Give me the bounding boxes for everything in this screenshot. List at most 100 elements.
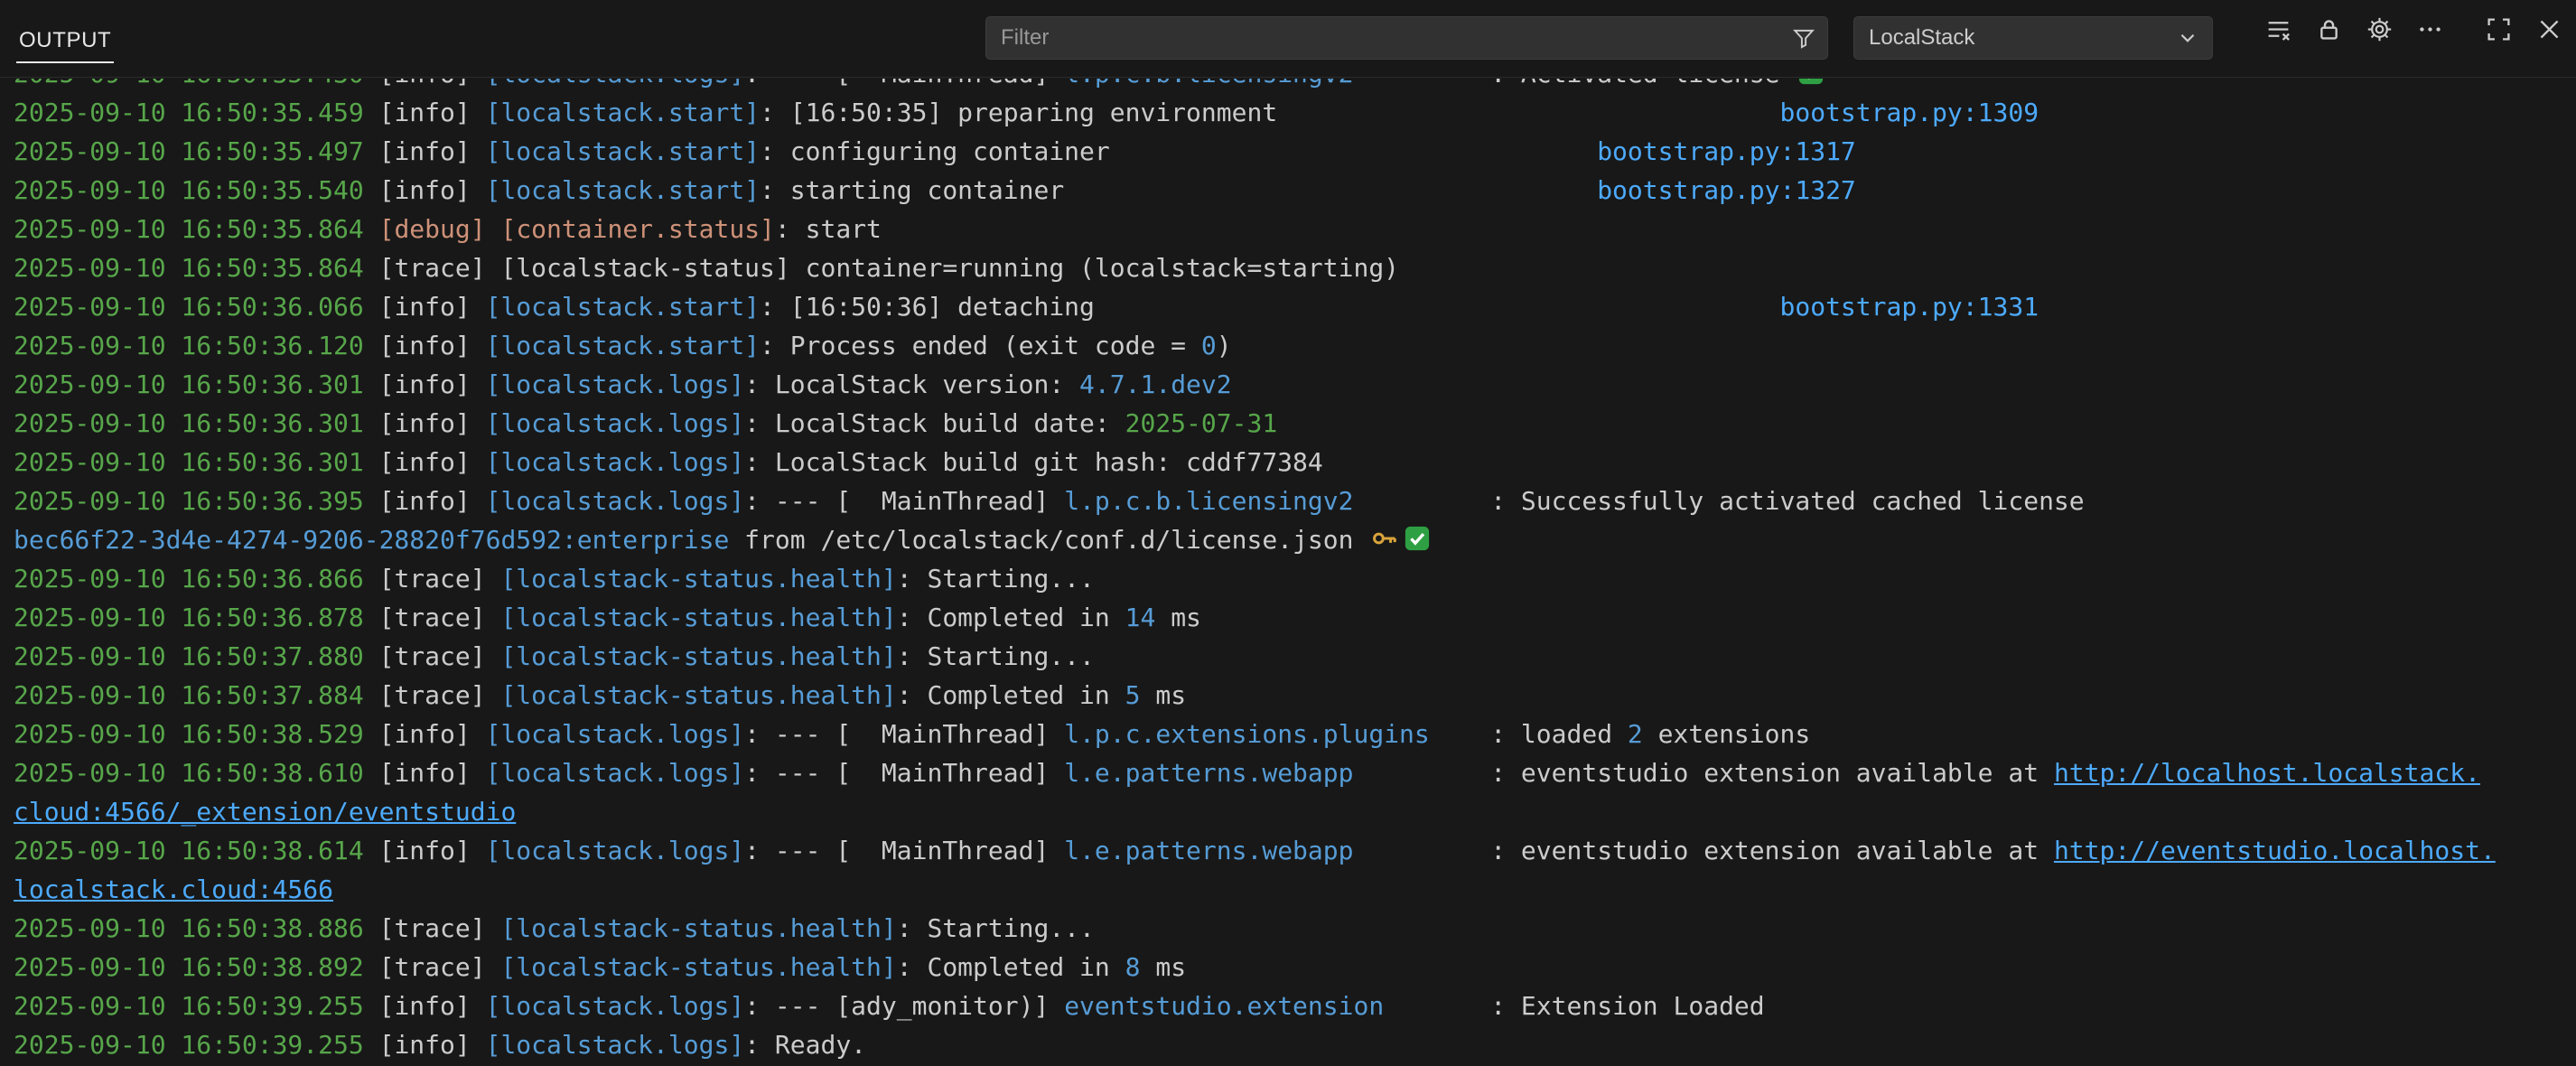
- log-line: 2025-09-10 16:50:35.459 [info] [localsta…: [14, 93, 2576, 132]
- log-line: 2025-09-10 16:50:37.884 [trace] [localst…: [14, 676, 2576, 715]
- log-text: [info]: [364, 408, 486, 438]
- log-text: : --- [ MainThread]: [744, 719, 1064, 749]
- log-text: 5: [1125, 680, 1141, 710]
- log-line: cloud:4566/_extension/eventstudio: [14, 792, 2576, 831]
- log-text: [info]: [364, 719, 486, 749]
- url-link[interactable]: http://localhost.localstack.: [2054, 758, 2480, 788]
- channel-select[interactable]: LocalStack: [1853, 16, 2213, 60]
- log-text: l.e.patterns.webapp: [1064, 836, 1353, 865]
- filter-icon[interactable]: [1792, 26, 1815, 50]
- log-text: [localstack.logs]: [486, 486, 745, 516]
- log-text: [localstack-status.health]: [500, 564, 896, 594]
- panel-header: OUTPUT LocalStack: [0, 0, 2576, 78]
- log-text: [localstack.logs]: [486, 836, 745, 865]
- gear-icon[interactable]: [2361, 11, 2397, 47]
- key-icon: [1371, 525, 1398, 552]
- log-text: 2025-09-10 16:50:36.301: [14, 369, 364, 399]
- log-line: 2025-09-10 16:50:36.120 [info] [localsta…: [14, 326, 2576, 365]
- lock-icon[interactable]: [2310, 11, 2347, 47]
- log-text: bec66f22-3d4e-4274-9206-28820f76d592:ent…: [14, 525, 729, 555]
- log-text: 2025-09-10 16:50:36.301: [14, 408, 364, 438]
- maximize-panel-icon[interactable]: [2480, 11, 2516, 47]
- log-text: 2025-09-10 16:50:35.459: [14, 98, 364, 127]
- log-text: [localstack-status.health]: [500, 603, 896, 632]
- log-text: 2025-09-10 16:50:38.610: [14, 758, 364, 788]
- log-text: [localstack-status.health]: [500, 952, 896, 982]
- log-text: [info]: [364, 447, 486, 477]
- log-line: 2025-09-10 16:50:35.540 [info] [localsta…: [14, 171, 2576, 210]
- log-container[interactable]: 2025-09-10 16:50:35.430 [info] [localsta…: [0, 78, 2576, 1064]
- log-text: [localstack-status.health]: [500, 680, 896, 710]
- log-text: 14: [1125, 603, 1156, 632]
- log-text: : Completed in: [897, 952, 1125, 982]
- log-text: [trace] [localstack-status] container=ru…: [364, 253, 1399, 283]
- log-text: 2025-09-10 16:50:36.866: [14, 564, 364, 594]
- log-text: 2025-09-10 16:50:35.864: [14, 253, 364, 283]
- file-link[interactable]: bootstrap.py:1309: [1779, 98, 2039, 127]
- log-text: 2025-09-10 16:50:38.529: [14, 719, 364, 749]
- log-text: 2: [1628, 719, 1643, 749]
- log-line: 2025-09-10 16:50:35.864 [trace] [localst…: [14, 248, 2576, 287]
- log-text: l.p.c.extensions.plugins: [1064, 719, 1430, 749]
- channel-select-value: LocalStack: [1869, 25, 1974, 51]
- log-text: : starting container: [760, 175, 1064, 205]
- log-text: : start: [775, 214, 882, 244]
- log-line: 2025-09-10 16:50:39.255 [info] [localsta…: [14, 1025, 2576, 1064]
- log-text: [container.status]: [500, 214, 774, 244]
- url-link[interactable]: localstack.cloud:4566: [14, 874, 333, 904]
- log-text: : --- [ady_monitor)]: [744, 991, 1064, 1021]
- log-text: : [16:50:36] detaching: [760, 292, 1095, 322]
- log-text: l.e.patterns.webapp: [1064, 758, 1353, 788]
- log-text: [trace]: [364, 603, 501, 632]
- log-line: 2025-09-10 16:50:36.301 [info] [localsta…: [14, 443, 2576, 482]
- log-text: [localstack.start]: [486, 98, 760, 127]
- url-link[interactable]: cloud:4566/_extension/eventstudio: [14, 797, 516, 827]
- log-text: [localstack-status.health]: [500, 641, 896, 671]
- log-text: : eventstudio extension available at: [1353, 758, 2053, 788]
- log-text: 0: [1201, 331, 1217, 360]
- log-text: [localstack.start]: [486, 175, 760, 205]
- check-icon: [1404, 525, 1431, 552]
- url-link[interactable]: http://eventstudio.localhost.: [2054, 836, 2496, 865]
- log-text: [info]: [364, 836, 486, 865]
- log-text: ms: [1140, 680, 1186, 710]
- log-text: [localstack.logs]: [486, 758, 745, 788]
- file-link[interactable]: bootstrap.py:1317: [1597, 136, 1856, 166]
- log-text: [localstack.logs]: [486, 447, 745, 477]
- log-line: localstack.cloud:4566: [14, 870, 2576, 909]
- log-text: 2025-09-10 16:50:36.301: [14, 447, 364, 477]
- log-text: : LocalStack version:: [744, 369, 1079, 399]
- log-text: [localstack.start]: [486, 136, 760, 166]
- filter-input[interactable]: [985, 16, 1828, 60]
- log-text: 2025-09-10 16:50:36.395: [14, 486, 364, 516]
- clear-output-icon[interactable]: [2260, 11, 2296, 47]
- log-text: [localstack.logs]: [486, 991, 745, 1021]
- file-link[interactable]: bootstrap.py:1327: [1597, 175, 1856, 205]
- log-text: 2025-09-10 16:50:38.614: [14, 836, 364, 865]
- log-text: : --- [ MainThread]: [744, 486, 1064, 516]
- log-text: [localstack.logs]: [486, 369, 745, 399]
- log-line: 2025-09-10 16:50:38.614 [info] [localsta…: [14, 831, 2576, 870]
- log-text: [trace]: [364, 564, 501, 594]
- log-text: [info]: [364, 331, 486, 360]
- log-text: : loaded: [1430, 719, 1628, 749]
- tab-output[interactable]: OUTPUT: [16, 14, 114, 63]
- log-text: : Process ended (exit code =: [760, 331, 1201, 360]
- log-text: 4.7.1.dev2: [1079, 369, 1232, 399]
- log-line: 2025-09-10 16:50:38.529 [info] [localsta…: [14, 715, 2576, 753]
- panel-actions: [2260, 11, 2567, 47]
- log-text: 2025-09-10 16:50:35.497: [14, 136, 364, 166]
- log-text: 2025-09-10 16:50:36.066: [14, 292, 364, 322]
- log-text: [localstack.start]: [486, 292, 760, 322]
- log-line: 2025-09-10 16:50:37.880 [trace] [localst…: [14, 637, 2576, 676]
- close-icon[interactable]: [2531, 11, 2567, 47]
- log-text: [1064, 175, 1597, 205]
- more-actions-icon[interactable]: [2412, 11, 2448, 47]
- log-line: 2025-09-10 16:50:36.395 [info] [localsta…: [14, 482, 2576, 520]
- log-line: 2025-09-10 16:50:35.497 [info] [localsta…: [14, 132, 2576, 171]
- log-text: extensions: [1643, 719, 1810, 749]
- log-text: 2025-09-10 16:50:36.878: [14, 603, 364, 632]
- log-text: [info]: [364, 1030, 486, 1060]
- file-link[interactable]: bootstrap.py:1331: [1780, 292, 2039, 322]
- log-text: [trace]: [364, 641, 501, 671]
